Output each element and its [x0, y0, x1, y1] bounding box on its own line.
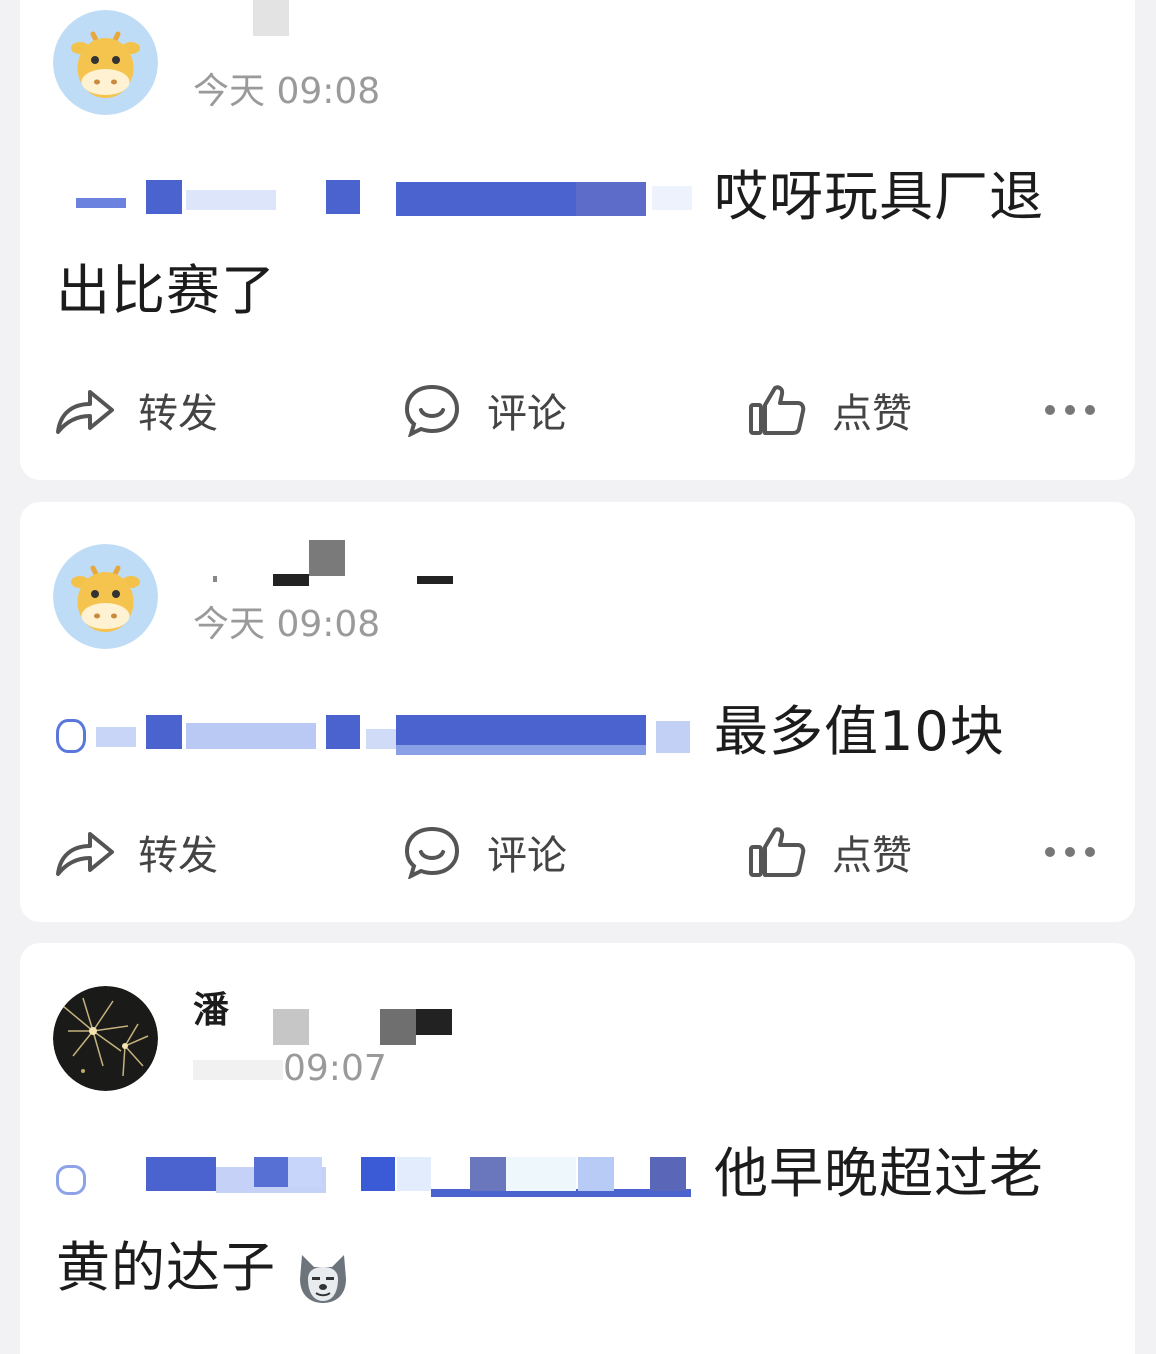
post-time: 09:07: [193, 1049, 387, 1089]
action-bar: 转发 评论 点赞: [20, 822, 1135, 882]
username-redacted[interactable]: [193, 0, 453, 40]
post-time: 今天 09:08: [193, 71, 381, 112]
post-card[interactable]: 潘 09:07 他早晚超过老黄的达子: [20, 943, 1135, 1354]
username-redacted[interactable]: 潘: [193, 981, 453, 1045]
share-label: 转发: [138, 391, 218, 437]
redacted-link[interactable]: [56, 1157, 696, 1198]
action-bar: 转发 评论 点赞: [20, 380, 1135, 440]
share-button[interactable]: 转发: [54, 822, 218, 882]
husky-emoji: [294, 1242, 352, 1304]
like-button[interactable]: 点赞: [748, 822, 912, 882]
like-label: 点赞: [832, 391, 912, 437]
post-card[interactable]: 今天 09:08 最多值10块 转发 评论 点赞: [20, 502, 1135, 922]
like-label: 点赞: [832, 833, 912, 879]
post-time-value: 09:07: [283, 1048, 387, 1089]
more-button[interactable]: [1040, 822, 1100, 882]
more-button[interactable]: [1040, 380, 1100, 440]
post-text: 最多值10块: [56, 685, 1096, 779]
more-icon: [1044, 401, 1096, 420]
post-card[interactable]: 今天 09:08 哎呀玩具厂退出比赛了 转发 评论 点赞: [20, 0, 1135, 480]
post-time: 今天 09:08: [193, 604, 381, 645]
like-button[interactable]: 点赞: [748, 380, 912, 440]
share-icon: [54, 380, 116, 440]
share-button[interactable]: 转发: [54, 380, 218, 440]
like-icon: [748, 380, 810, 440]
fireworks-avatar[interactable]: [53, 986, 158, 1091]
share-icon: [54, 822, 116, 882]
post-text: 他早晚超过老黄的达子: [56, 1127, 1096, 1315]
username-redacted[interactable]: [193, 540, 453, 586]
comment-icon: [403, 822, 465, 882]
like-icon: [748, 822, 810, 882]
username-visible-char: 潘: [193, 990, 230, 1031]
cow-avatar[interactable]: [53, 10, 158, 115]
post-text: 哎呀玩具厂退出比赛了: [56, 150, 1096, 338]
feed: 今天 09:08 哎呀玩具厂退出比赛了 转发 评论 点赞 今天 09:08 最多…: [0, 0, 1156, 1354]
comment-icon: [403, 380, 465, 440]
share-label: 转发: [138, 833, 218, 879]
post-body: 最多值10块: [714, 700, 1005, 763]
more-icon: [1044, 843, 1096, 862]
comment-label: 评论: [487, 833, 567, 879]
redacted-link[interactable]: [56, 715, 696, 756]
comment-button[interactable]: 评论: [403, 380, 567, 440]
redacted-link[interactable]: [56, 180, 696, 220]
comment-button[interactable]: 评论: [403, 822, 567, 882]
comment-label: 评论: [487, 391, 567, 437]
cow-avatar[interactable]: [53, 544, 158, 649]
